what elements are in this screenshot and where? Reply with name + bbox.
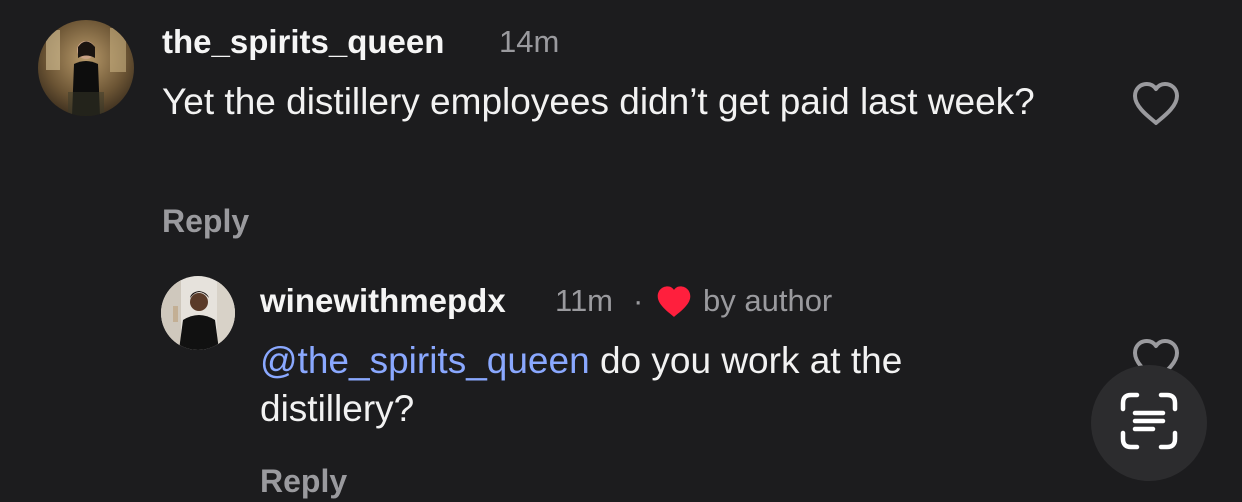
- reply-username[interactable]: winewithmepdx: [260, 281, 506, 321]
- mention-link[interactable]: @the_spirits_queen: [260, 340, 590, 381]
- comment-username[interactable]: the_spirits_queen: [162, 22, 444, 62]
- reply-button[interactable]: Reply: [162, 201, 249, 241]
- text-scan-icon: [1117, 389, 1181, 458]
- reply-button[interactable]: Reply: [260, 461, 347, 501]
- heart-outline-icon[interactable]: [1130, 80, 1182, 133]
- liked-by-author-label: by author: [703, 283, 833, 318]
- avatar[interactable]: [38, 20, 134, 116]
- comment-text: Yet the distillery employees didn’t get …: [162, 81, 1035, 122]
- text-scan-button[interactable]: [1091, 365, 1207, 481]
- reply-text: @the_spirits_queen do you work at the di…: [260, 337, 1060, 433]
- separator-dot: ·: [633, 283, 644, 318]
- avatar[interactable]: [161, 276, 235, 350]
- heart-filled-icon: [655, 285, 693, 324]
- reply-timestamp: 11m: [555, 283, 614, 318]
- comment-timestamp: 14m: [499, 24, 560, 59]
